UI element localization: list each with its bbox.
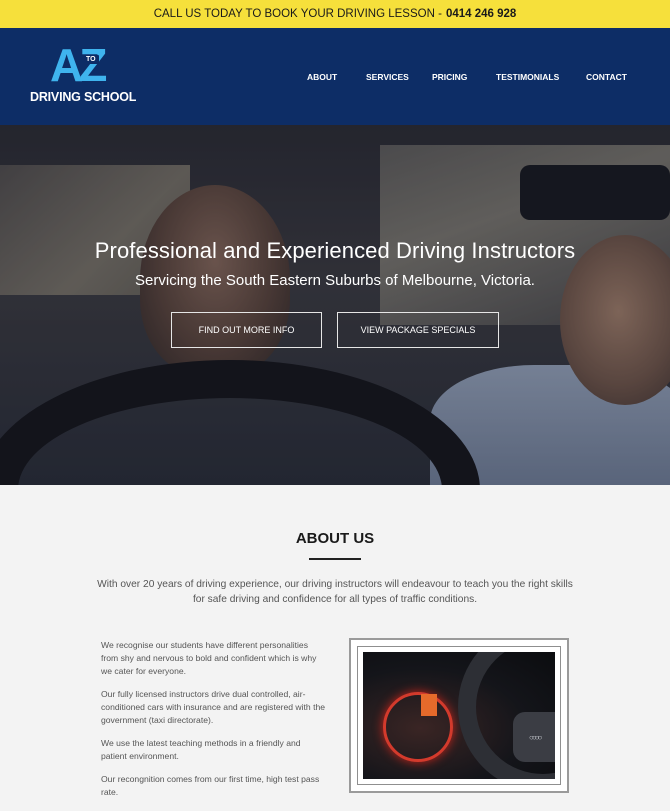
speedometer-dial <box>383 692 453 762</box>
logo-to-badge: TO <box>83 55 99 64</box>
announcement-text: CALL US TODAY TO BOOK YOUR DRIVING LESSO… <box>153 8 442 20</box>
logo-school-name: DRIVING SCHOOL <box>30 90 137 104</box>
about-text-column: We recognise our students have different… <box>101 639 327 809</box>
about-paragraph: We recognise our students have different… <box>101 640 317 676</box>
dashboard-photo-frame: ○○○○ <box>349 638 569 793</box>
dashboard-display <box>421 694 437 716</box>
view-package-specials-button[interactable]: VIEW PACKAGE SPECIALS <box>337 312 499 348</box>
nav-about[interactable]: ABOUT <box>307 72 337 82</box>
nav-services[interactable]: SERVICES <box>366 72 409 82</box>
about-title-divider <box>309 558 361 560</box>
about-title: ABOUT US <box>295 530 375 547</box>
top-announcement-bar: CALL US TODAY TO BOOK YOUR DRIVING LESSO… <box>0 0 670 28</box>
logo-letters: AZ <box>50 39 107 91</box>
car-badge-icon: ○○○○ <box>529 733 542 742</box>
about-paragraph: Our fully licensed instructors drive dua… <box>101 689 326 725</box>
nav-pricing[interactable]: PRICING <box>432 72 467 82</box>
site-logo[interactable]: AZ TO DRIVING SCHOOL <box>30 39 150 108</box>
hero-subtitle: Servicing the South Eastern Suburbs of M… <box>135 272 535 289</box>
about-intro: With over 20 years of driving experience… <box>97 579 573 605</box>
about-paragraph: We use the latest teaching methods in a … <box>101 738 301 761</box>
hero-title: Professional and Experienced Driving Ins… <box>94 238 576 263</box>
phone-number[interactable]: 0414 246 928 <box>446 8 516 20</box>
hero-overlay <box>0 125 670 485</box>
find-out-more-button[interactable]: FIND OUT MORE INFO <box>171 312 322 348</box>
nav-contact[interactable]: CONTACT <box>586 72 627 82</box>
hero-banner: Professional and Experienced Driving Ins… <box>0 125 670 485</box>
nav-testimonials[interactable]: TESTIMONIALS <box>496 72 559 82</box>
dashboard-photo: ○○○○ <box>363 652 555 779</box>
photo-inner-border: ○○○○ <box>357 646 561 785</box>
about-paragraph: Our recongnition comes from our first ti… <box>101 774 320 797</box>
